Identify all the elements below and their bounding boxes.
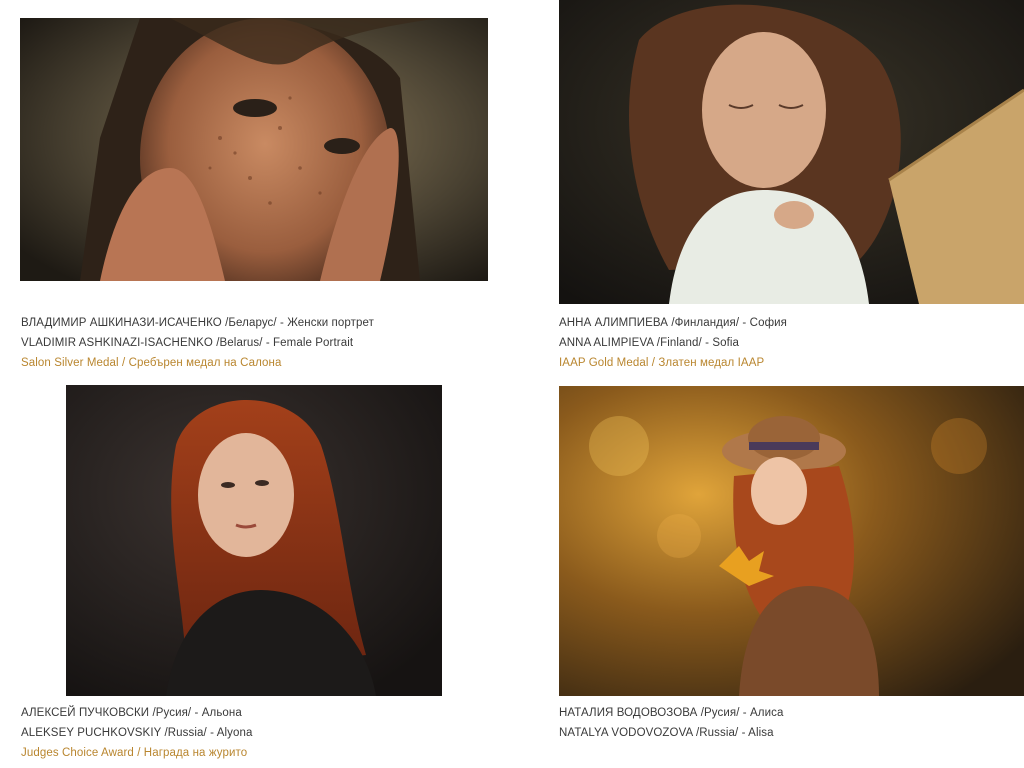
author-line-bg: АННА АЛИМПИЕВА /Финландия/ - София — [559, 317, 787, 329]
caption-entry-2: АННА АЛИМПИЕВА /Финландия/ - София ANNA … — [559, 313, 787, 373]
caption-entry-4: НАТАЛИЯ ВОДОВОЗОВА /Русия/ - Алиса NATAL… — [559, 703, 783, 743]
award-label: Judges Choice Award / Награда на журито — [21, 747, 248, 759]
award-label: Salon Silver Medal / Сребърен медал на С… — [21, 357, 282, 369]
photo-alisa[interactable] — [559, 386, 1024, 696]
author-line-en: ALEKSEY PUCHKOVSKIY /Russia/ - Alyona — [21, 727, 253, 739]
caption-entry-1: ВЛАДИМИР АШКИНАЗИ-ИСАЧЕНКО /Беларус/ - Ж… — [21, 313, 374, 373]
author-line-bg: АЛЕКСЕЙ ПУЧКОВСКИ /Русия/ - Альона — [21, 707, 242, 719]
photo-female-portrait[interactable] — [20, 18, 488, 281]
award-label: IAAP Gold Medal / Златен медал IAAP — [559, 357, 765, 369]
author-line-en: ANNA ALIMPIEVA /Finland/ - Sofia — [559, 337, 740, 349]
author-line-bg: ВЛАДИМИР АШКИНАЗИ-ИСАЧЕНКО /Беларус/ - Ж… — [21, 317, 374, 329]
caption-entry-3: АЛЕКСЕЙ ПУЧКОВСКИ /Русия/ - Альона ALEKS… — [21, 703, 252, 763]
author-line-en: VLADIMIR ASHKINAZI-ISACHENKO /Belarus/ -… — [21, 337, 354, 349]
photo-alyona[interactable] — [66, 385, 442, 696]
photo-sofia[interactable] — [559, 0, 1024, 304]
author-line-bg: НАТАЛИЯ ВОДОВОЗОВА /Русия/ - Алиса — [559, 707, 784, 719]
author-line-en: NATALYA VODOVOZOVA /Russia/ - Alisa — [559, 727, 774, 739]
